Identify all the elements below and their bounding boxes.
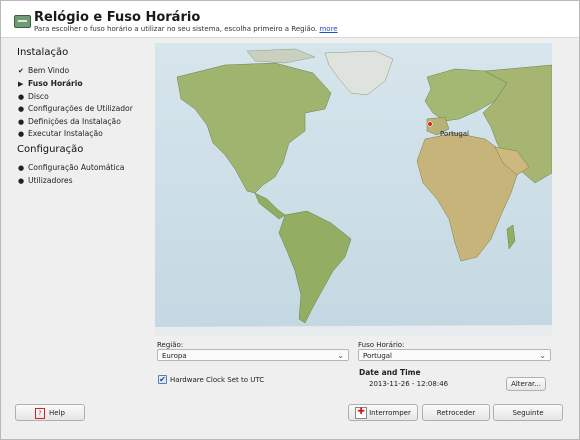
help-button[interactable]: ? Help [15, 404, 85, 421]
page-title: Relógio e Fuso Horário [34, 10, 201, 25]
step-executar-instalacao: ● Executar Instalação [18, 129, 103, 138]
bullet-icon: ● [18, 130, 25, 138]
step-disco: ● Disco [18, 92, 49, 101]
more-link[interactable]: more [319, 25, 337, 33]
section-title-installation: Instalação [17, 47, 69, 58]
subtitle-text: Para escolher o fuso horário a utilizar … [34, 25, 318, 33]
location-marker-icon[interactable] [427, 121, 433, 127]
stop-icon: ✚ [355, 407, 368, 419]
timezone-select-value: Portugal [363, 352, 392, 360]
help-icon: ? [35, 407, 46, 419]
world-map[interactable]: Portugal [155, 43, 552, 336]
step-definicoes-instalacao: ● Definições da Instalação [18, 117, 121, 126]
step-utilizadores: ● Utilizadores [18, 176, 73, 185]
bullet-icon: ● [18, 177, 25, 185]
region-select-value: Europa [162, 352, 187, 360]
check-icon: ✔ [18, 67, 24, 75]
region-label: Região: [157, 341, 184, 349]
world-map-svg[interactable]: Portugal [155, 43, 552, 336]
header-bar: Relógio e Fuso Horário Para escolher o f… [1, 1, 579, 38]
page-subtitle: Para escolher o fuso horário a utilizar … [34, 25, 338, 33]
bullet-icon: ● [18, 93, 25, 101]
step-bem-vindo: ✔ Bem Vindo [18, 66, 70, 75]
next-button[interactable]: Seguinte [493, 404, 563, 421]
arrow-right-icon: ▶ [18, 80, 24, 88]
bullet-icon: ● [18, 164, 25, 172]
bullet-icon: ● [18, 105, 25, 113]
datetime-title: Date and Time [359, 368, 421, 377]
datetime-value: 2013-11-26 - 12:08:46 [369, 380, 449, 388]
chevron-down-icon: ⌄ [539, 351, 546, 360]
change-datetime-button[interactable]: Alterar... [506, 377, 546, 391]
bullet-icon: ● [18, 118, 25, 126]
hardware-clock-checkbox[interactable]: ✔ [158, 375, 167, 384]
section-title-configuration: Configuração [17, 144, 84, 155]
region-select[interactable]: Europa ⌄ [157, 349, 349, 361]
abort-button[interactable]: ✚ Interromper [348, 404, 418, 421]
installer-window: Relógio e Fuso Horário Para escolher o f… [0, 0, 580, 440]
location-marker-label: Portugal [440, 130, 469, 138]
timezone-label: Fuso Horário: [358, 341, 405, 349]
step-configuracoes-utilizador: ● Configurações de Utilizador [18, 104, 133, 113]
timezone-select[interactable]: Portugal ⌄ [358, 349, 551, 361]
chevron-down-icon: ⌄ [337, 351, 344, 360]
hardware-clock-label[interactable]: Hardware Clock Set to UTC [170, 376, 264, 384]
step-configuracao-automatica: ● Configuração Automática [18, 163, 125, 172]
step-fuso-horario: ▶ Fuso Horário [18, 79, 83, 88]
clock-icon [14, 15, 31, 28]
back-button[interactable]: Retroceder [422, 404, 490, 421]
